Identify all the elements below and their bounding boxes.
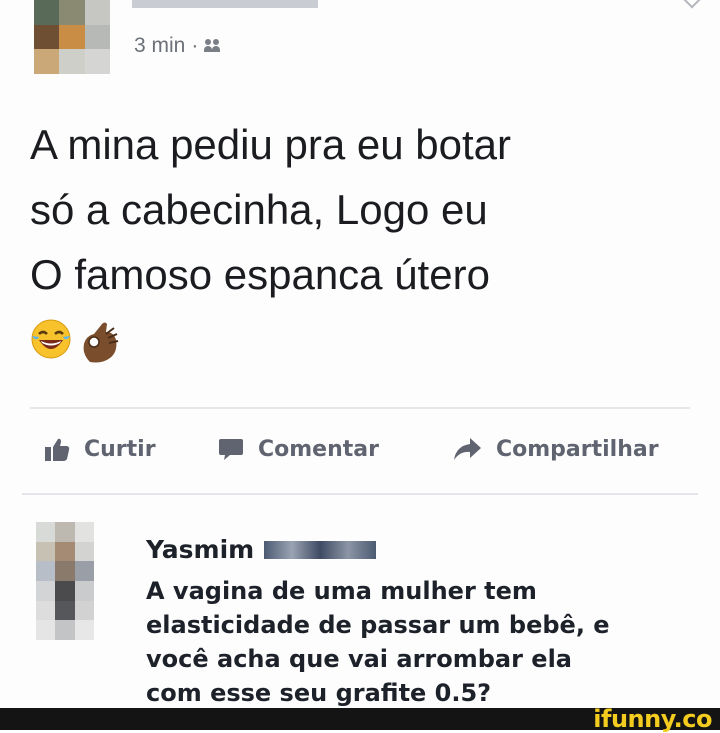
- share-arrow-icon: [454, 438, 481, 460]
- divider: [30, 407, 690, 409]
- post-time[interactable]: 3 min: [134, 34, 185, 58]
- speech-bubble-icon: [219, 439, 243, 460]
- comment-author-name[interactable]: Yasmim: [146, 535, 254, 564]
- watermark-bar: ifunny.co: [0, 705, 720, 733]
- post-meta: 3 min ·: [134, 34, 224, 58]
- post-text-line: A mina pediu pra eu botar: [30, 121, 511, 168]
- comment-author[interactable]: Yasmim: [146, 535, 377, 564]
- comment-line: A vagina de uma mulher tem: [146, 577, 537, 605]
- post-card: 3 min · A mina pediu pra eu botar só a c…: [0, 0, 720, 708]
- post-text-line: O famoso espanca útero: [30, 251, 490, 298]
- thumbs-up-icon: [45, 438, 70, 461]
- post-author-avatar[interactable]: [34, 0, 110, 74]
- emoji-row: [30, 318, 122, 364]
- share-label: Compartilhar: [496, 436, 659, 462]
- author-surname-blurred[interactable]: [264, 540, 377, 559]
- commenter-avatar[interactable]: [36, 522, 94, 640]
- share-button[interactable]: Compartilhar: [452, 436, 659, 462]
- comment-button[interactable]: Comentar: [218, 436, 379, 462]
- post-text: A mina pediu pra eu botar só a cabecinha…: [30, 112, 710, 307]
- meta-separator: ·: [191, 34, 199, 57]
- post-options-chevron-icon[interactable]: [683, 0, 701, 9]
- comment-text: A vagina de uma mulher tem elasticidade …: [146, 574, 686, 708]
- comment-line: com esse seu grafite 0.5?: [146, 679, 492, 707]
- ifunny-watermark-logo: ifunny.co: [593, 705, 712, 733]
- post-actions-bar: Curtir Comentar Compartilhar: [0, 430, 720, 478]
- friends-icon[interactable]: [204, 39, 224, 53]
- comment-line: elasticidade de passar um bebê, e: [146, 611, 610, 639]
- ok-hand-emoji-icon: [83, 322, 119, 363]
- comment-line: você acha que vai arrombar ela: [146, 645, 572, 673]
- like-button[interactable]: Curtir: [44, 436, 156, 462]
- like-label: Curtir: [84, 436, 156, 462]
- divider: [22, 493, 698, 495]
- comment-label: Comentar: [258, 436, 379, 462]
- laughing-tears-emoji-icon: [31, 319, 71, 359]
- post-author-name-blurred[interactable]: [132, 0, 318, 8]
- post-text-line: só a cabecinha, Logo eu: [30, 186, 488, 233]
